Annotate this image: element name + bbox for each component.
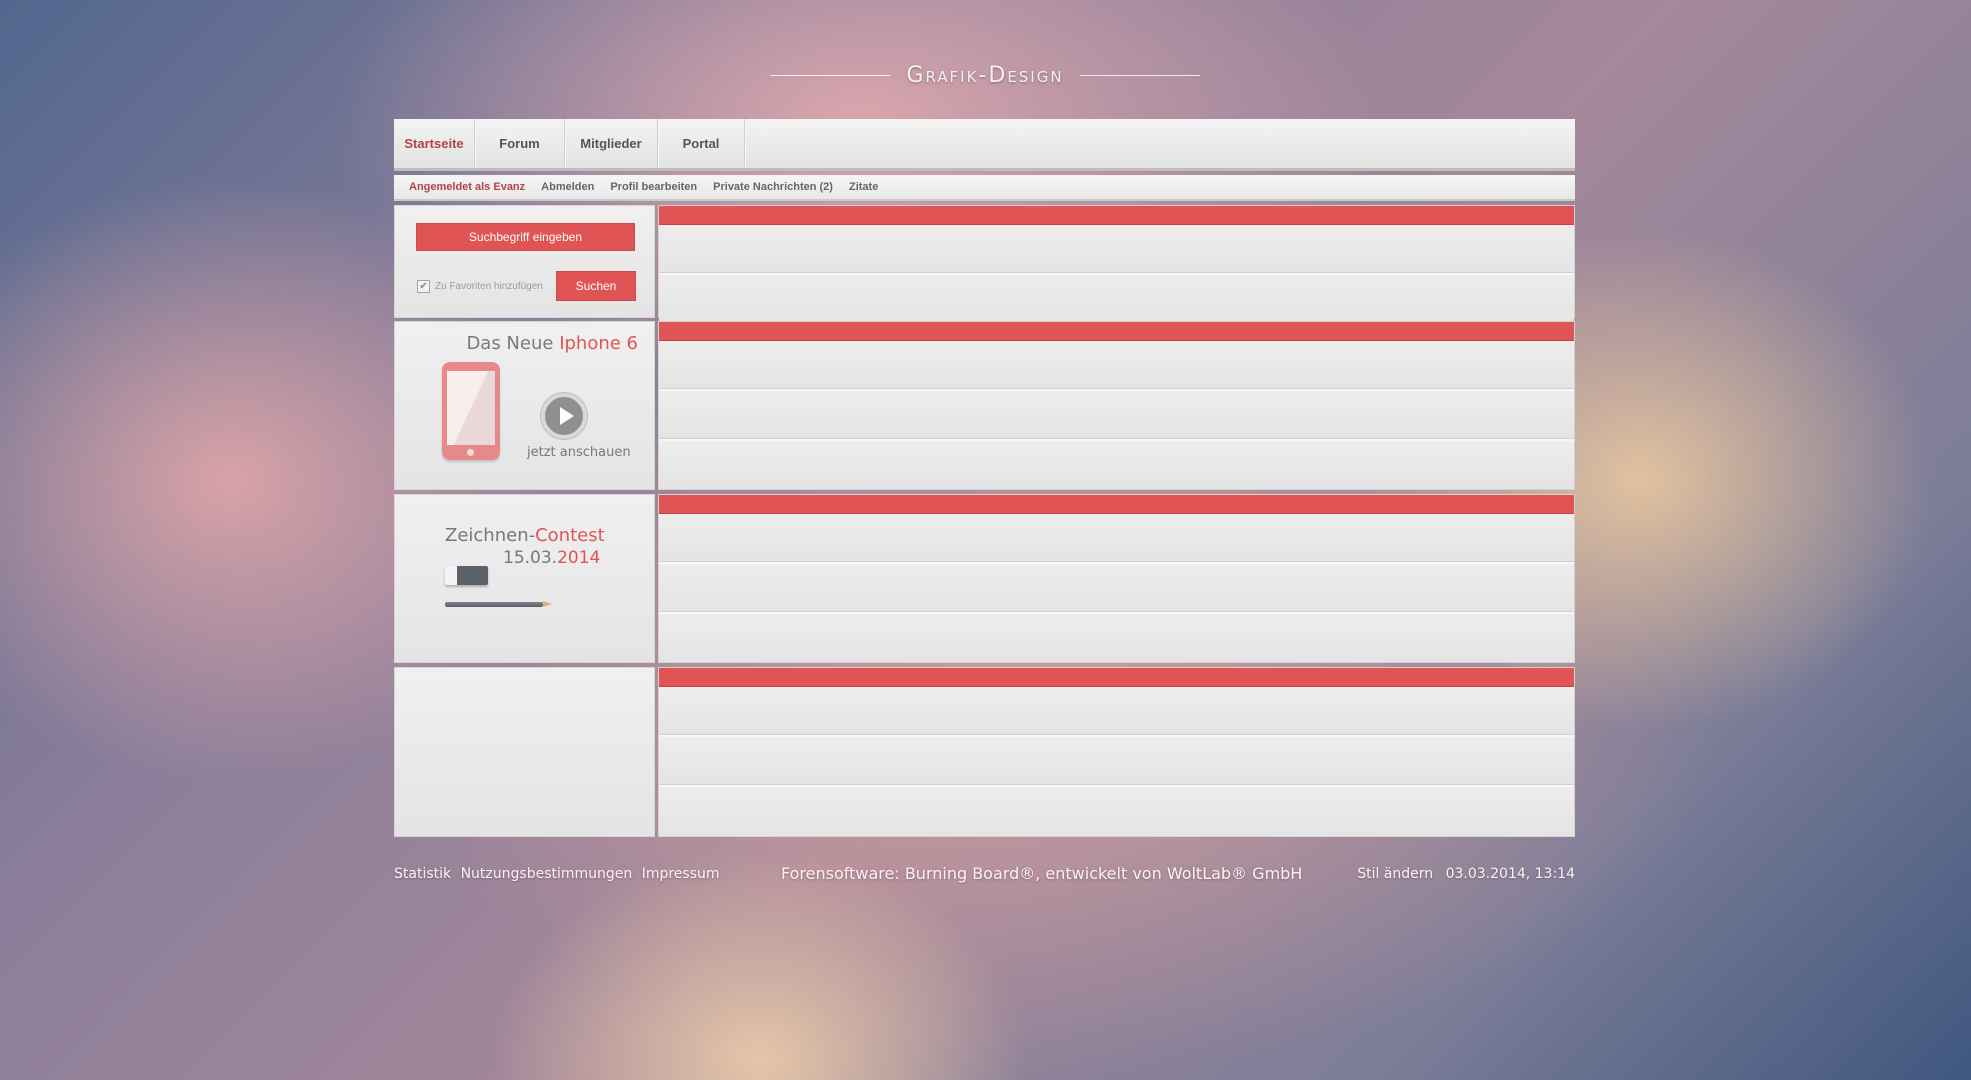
user-navigation: Angemeldet als Evanz Abmelden Profil bea… — [394, 175, 1575, 201]
tab-forum[interactable]: Forum — [475, 119, 565, 168]
title-divider-left — [770, 74, 891, 76]
panel-row[interactable] — [659, 787, 1574, 835]
footer-link-statistik[interactable]: Statistik — [394, 866, 451, 882]
tab-mitglieder[interactable]: Mitglieder — [565, 119, 658, 168]
promo-title-highlight: Iphone 6 — [559, 333, 638, 354]
panel-header-bar — [659, 495, 1574, 514]
content-panel-3 — [658, 494, 1575, 663]
edit-profile-link[interactable]: Profil bearbeiten — [610, 181, 697, 193]
change-style-link[interactable]: Stil ändern — [1357, 866, 1433, 882]
panel-row[interactable] — [659, 514, 1574, 564]
favorite-checkbox-label: Zu Favoriten hinzufügen — [435, 281, 543, 292]
pencil-icon — [445, 601, 552, 607]
watch-now-label[interactable]: jetzt anschauen — [527, 445, 631, 460]
eraser-icon — [445, 566, 488, 585]
private-messages-link[interactable]: Private Nachrichten (2) — [713, 181, 833, 193]
main-container: Startseite Forum Mitglieder Portal Angem… — [394, 119, 1575, 837]
logged-in-user-link[interactable]: Angemeldet als Evanz — [409, 181, 525, 193]
footer-link-impressum[interactable]: Impressum — [642, 866, 720, 882]
tab-portal[interactable]: Portal — [658, 119, 745, 168]
main-navigation: Startseite Forum Mitglieder Portal — [394, 119, 1575, 171]
iphone-promo-box[interactable]: Das Neue Iphone 6 jetzt anschauen — [394, 321, 655, 490]
tab-startseite[interactable]: Startseite — [394, 119, 475, 168]
footer-copyright[interactable]: Forensoftware: Burning Board®, entwickel… — [781, 864, 1302, 883]
panel-row[interactable] — [659, 441, 1574, 489]
panel-header-bar — [659, 668, 1574, 687]
search-input[interactable]: Suchbegriff eingeben — [416, 223, 635, 251]
content-panel-4 — [658, 667, 1575, 837]
contest-date-year: 2014 — [557, 548, 601, 568]
empty-sidebar-box — [394, 667, 655, 837]
panel-row[interactable] — [659, 391, 1574, 441]
panel-row[interactable] — [659, 614, 1574, 662]
footer-datetime: 03.03.2014, 13:14 — [1445, 866, 1575, 882]
favorite-checkbox-row[interactable]: ✔ Zu Favoriten hinzufügen — [417, 280, 543, 293]
logout-link[interactable]: Abmelden — [541, 181, 594, 193]
footer-right: Stil ändern 03.03.2014, 13:14 — [1357, 866, 1575, 882]
panel-row[interactable] — [659, 275, 1574, 323]
checkbox-check-icon[interactable]: ✔ — [417, 280, 430, 293]
promo-title-prefix: Das Neue — [466, 333, 554, 354]
panel-row[interactable] — [659, 564, 1574, 614]
play-icon[interactable] — [541, 393, 587, 439]
footer-links: Statistik Nutzungsbestimmungen Impressum — [394, 866, 725, 882]
quotes-link[interactable]: Zitate — [849, 181, 878, 193]
content-panel-1 — [658, 205, 1575, 323]
phone-screen — [447, 371, 495, 445]
panel-row[interactable] — [659, 225, 1574, 275]
panel-row[interactable] — [659, 687, 1574, 737]
title-divider-right — [1079, 74, 1201, 76]
site-title-text: Grafik-Design — [906, 62, 1064, 88]
phone-home-button — [467, 449, 474, 456]
contest-title: Zeichnen-Contest — [445, 525, 605, 546]
contest-title-highlight: Contest — [535, 525, 605, 546]
footer-link-nutzungsbestimmungen[interactable]: Nutzungsbestimmungen — [461, 866, 633, 882]
drawing-contest-box[interactable]: Zeichnen-Contest 15.03.2014 — [394, 494, 655, 663]
contest-date-prefix: 15.03. — [503, 548, 558, 568]
panel-header-bar — [659, 206, 1574, 225]
promo-title: Das Neue Iphone 6 — [466, 333, 638, 354]
contest-title-prefix: Zeichnen- — [445, 525, 536, 546]
smartphone-icon — [442, 362, 500, 460]
site-title[interactable]: Grafik-Design — [770, 60, 1201, 90]
search-box: Suchbegriff eingeben ✔ Zu Favoriten hinz… — [394, 205, 655, 318]
content-panel-2 — [658, 321, 1575, 490]
panel-row[interactable] — [659, 737, 1574, 787]
panel-header-bar — [659, 322, 1574, 341]
search-button[interactable]: Suchen — [556, 271, 636, 301]
panel-row[interactable] — [659, 341, 1574, 391]
contest-date: 15.03.2014 — [503, 548, 600, 568]
